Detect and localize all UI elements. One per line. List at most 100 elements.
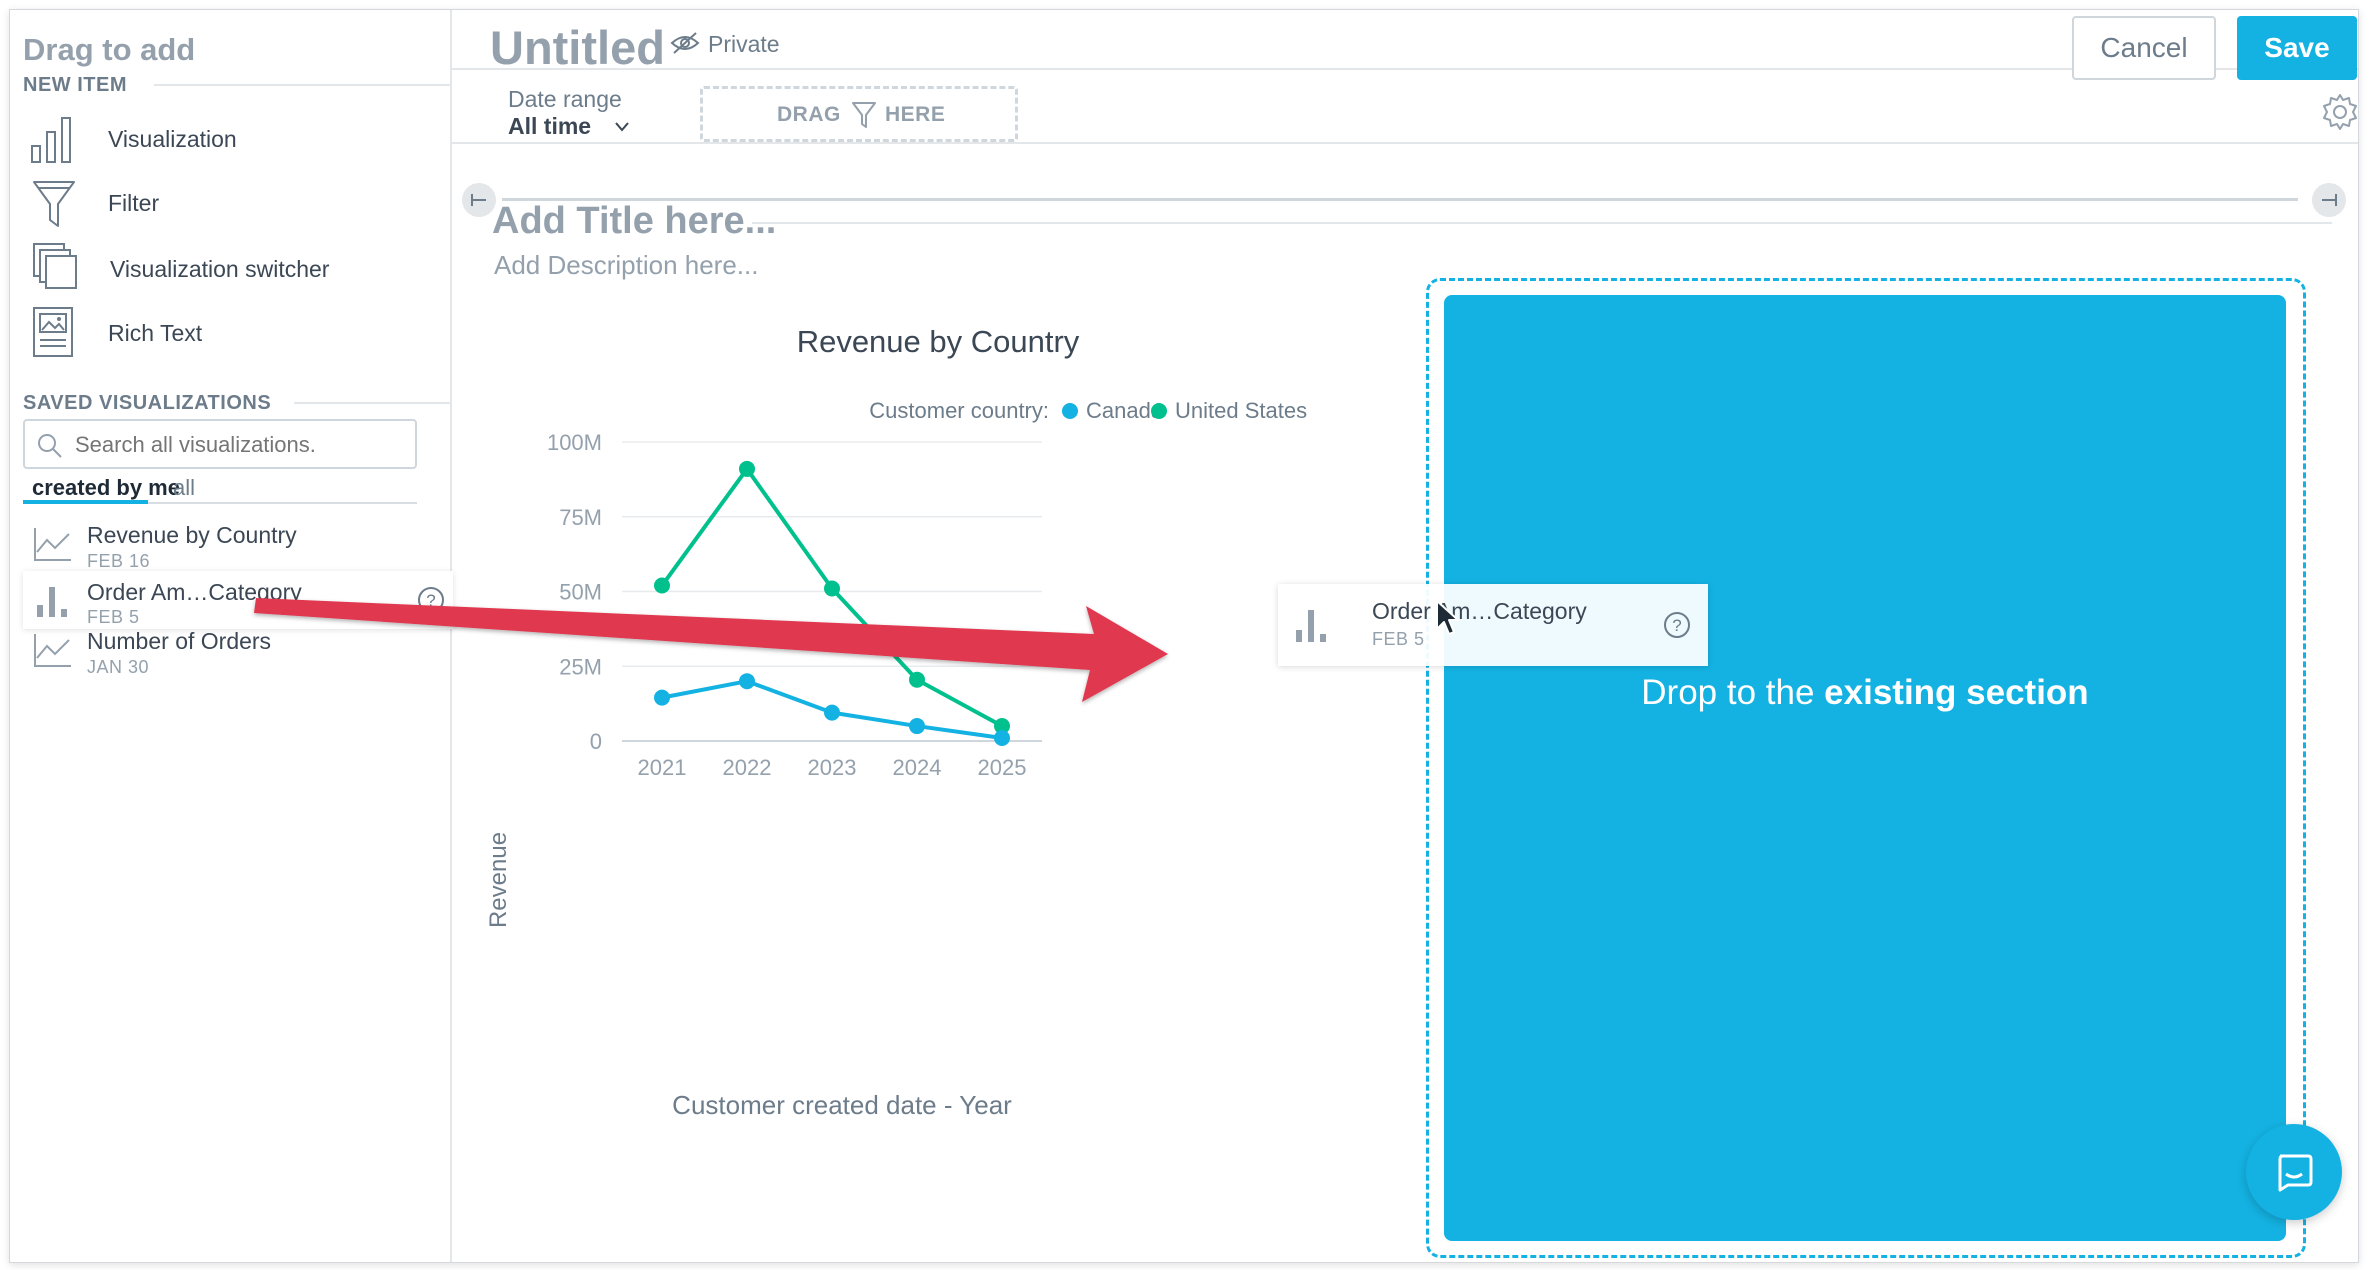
svg-text:?: ? <box>426 591 435 610</box>
new-item-filter[interactable]: Filter <box>10 172 448 234</box>
y-tick-label: 100M <box>547 430 602 455</box>
drag-label: DRAG <box>777 103 841 126</box>
date-range-label: Date range <box>508 86 622 112</box>
save-button[interactable]: Save <box>2237 16 2357 80</box>
saved-item-name: Number of Orders <box>87 628 272 654</box>
divider <box>154 84 450 86</box>
saved-item-name: Order Am…Category <box>87 579 302 605</box>
funnel-icon <box>852 102 876 128</box>
dashboard-editor: Untitled Private Cancel Save Date range … <box>452 10 2358 1262</box>
y-axis-label: Revenue <box>485 832 512 928</box>
rich-text-icon <box>33 307 73 357</box>
x-axis-label: Customer created date - Year <box>672 1090 1012 1120</box>
bar-chart-icon <box>1296 610 1326 642</box>
question-icon[interactable]: ? <box>416 585 446 615</box>
date-range-value[interactable]: All time <box>508 113 591 140</box>
y-tick-label: 25M <box>559 654 602 679</box>
new-item-visualization-switcher[interactable]: Visualization switcher <box>10 236 448 298</box>
search-input[interactable] <box>73 427 407 463</box>
cancel-button[interactable]: Cancel <box>2072 16 2216 80</box>
drag-ghost-date: FEB 5 <box>1372 629 1425 649</box>
drop-zone[interactable]: Drop to the existing section <box>1444 295 2286 1241</box>
svg-text:?: ? <box>1672 616 1681 635</box>
drop-zone-text-bold: existing section <box>1824 673 2089 712</box>
active-tab-indicator <box>23 500 148 504</box>
chat-icon <box>2278 1154 2313 1192</box>
legend-marker-canada <box>1062 403 1078 419</box>
legend-label-united-states[interactable]: United States <box>1175 398 1307 423</box>
data-point[interactable] <box>739 460 755 477</box>
sidebar-title: Drag to add <box>23 32 196 67</box>
search-icon <box>38 434 62 458</box>
search-box[interactable] <box>23 419 417 469</box>
new-item-label-visualization: Visualization <box>108 126 237 152</box>
drag-ghost-name: Order Am…Category <box>1372 598 1587 624</box>
saved-item-number-of-orders[interactable]: Number of Orders JAN 30 <box>23 624 447 677</box>
saved-visualizations-label: SAVED VISUALIZATIONS <box>23 392 272 414</box>
app-window: Drag to add NEW ITEM Visualization Filte… <box>9 9 2359 1263</box>
line-chart-icon <box>34 634 71 667</box>
arrow-right-bar-icon <box>2322 194 2337 206</box>
new-item-label: NEW ITEM <box>23 74 127 96</box>
here-label: HERE <box>885 103 946 126</box>
drop-zone-text-prefix: Drop to the <box>1641 673 1825 712</box>
chart-title: Revenue by Country <box>797 324 1080 359</box>
revenue-chart: Revenue by Country Customer country: Can… <box>485 324 1307 1120</box>
chevron-down-icon[interactable] <box>614 121 630 133</box>
cursor-icon <box>1436 600 1459 635</box>
eye-slash-icon <box>670 32 700 54</box>
chat-launcher-button[interactable] <box>2246 1124 2342 1220</box>
stacked-pages-icon <box>33 243 77 289</box>
filter-drop-zone[interactable]: DRAG HERE <box>700 86 1018 142</box>
data-point[interactable] <box>909 671 925 688</box>
tab-created-by-me[interactable]: created by me <box>32 475 180 501</box>
data-point[interactable] <box>909 718 925 735</box>
data-point[interactable] <box>994 730 1010 747</box>
drop-zone-text: Drop to the existing section <box>1444 673 2286 713</box>
bar-chart-icon <box>31 117 71 163</box>
new-item-label-rich-text: Rich Text <box>108 320 203 346</box>
sidebar: Drag to add NEW ITEM Visualization Filte… <box>10 10 453 1262</box>
section-resize-handle-left[interactable] <box>462 183 496 217</box>
x-tick-label: 2021 <box>638 755 687 780</box>
data-point[interactable] <box>654 577 670 594</box>
y-tick-label: 75M <box>559 505 602 530</box>
legend-marker-united-states <box>1151 403 1167 419</box>
x-tick-label: 2024 <box>893 755 942 780</box>
section-resize-handle-right[interactable] <box>2312 183 2346 217</box>
gear-icon[interactable] <box>2320 92 2359 132</box>
section-title-input[interactable]: Add Title here... <box>492 200 776 243</box>
new-item-visualization[interactable]: Visualization <box>10 108 448 170</box>
drag-ghost: Order Am…Category FEB 5 ? <box>1278 584 1708 666</box>
section-title-underline <box>752 222 2332 224</box>
arrow-left-bar-icon <box>471 194 486 206</box>
new-item-label-visualization-switcher: Visualization switcher <box>110 256 330 282</box>
question-icon: ? <box>1664 612 1690 638</box>
divider <box>294 402 450 404</box>
x-tick-label: 2022 <box>723 755 772 780</box>
privacy-label[interactable]: Private <box>708 31 780 58</box>
data-point[interactable] <box>739 673 755 690</box>
tab-all[interactable]: all <box>173 475 195 501</box>
x-tick-label: 2023 <box>808 755 857 780</box>
saved-item-order-amount-category[interactable]: Order Am…Category FEB 5 <box>23 571 453 629</box>
legend-title: Customer country: <box>869 398 1049 423</box>
filter-bar-divider <box>452 142 2358 144</box>
line-chart-icon <box>34 528 71 561</box>
section-description-input[interactable]: Add Description here... <box>494 250 758 281</box>
saved-item-date: FEB 16 <box>87 551 151 571</box>
data-point[interactable] <box>824 580 840 597</box>
saved-item-revenue-by-country[interactable]: Revenue by Country FEB 16 <box>23 518 447 571</box>
y-tick-label: 0 <box>590 729 602 754</box>
y-tick-label: 50M <box>559 580 602 605</box>
new-item-rich-text[interactable]: Rich Text <box>10 300 448 362</box>
x-tick-label: 2025 <box>978 755 1027 780</box>
funnel-icon <box>33 181 75 227</box>
dashboard-title[interactable]: Untitled <box>490 20 665 75</box>
saved-item-name: Revenue by Country <box>87 522 297 548</box>
data-point[interactable] <box>824 704 840 721</box>
data-point[interactable] <box>654 689 670 706</box>
saved-item-date: JAN 30 <box>87 657 150 677</box>
bar-chart-icon <box>37 587 67 617</box>
new-item-label-filter: Filter <box>108 190 160 216</box>
